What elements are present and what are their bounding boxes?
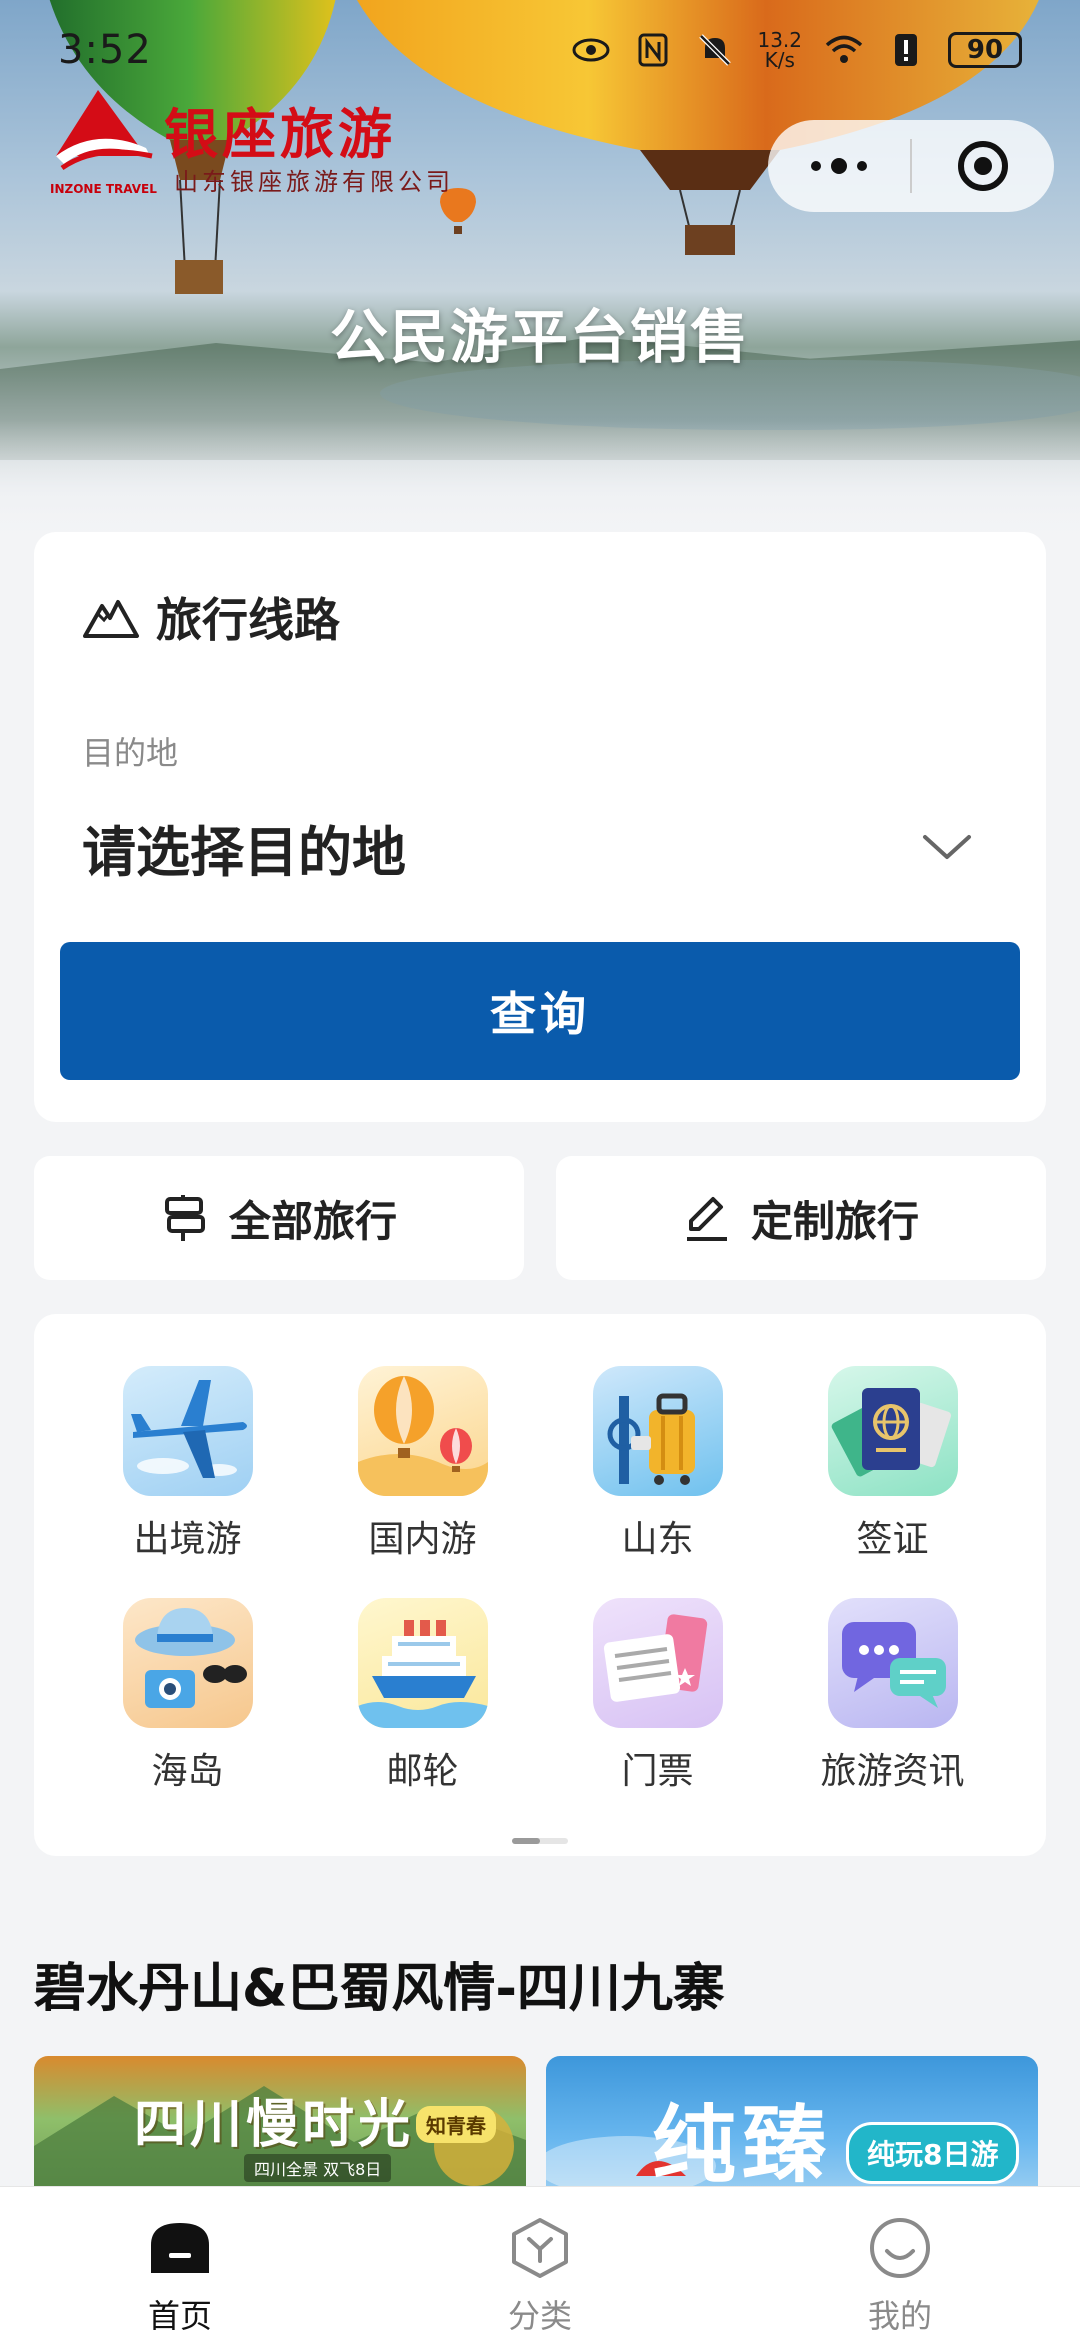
smile-face-icon [870, 2218, 930, 2278]
nfc-icon [638, 33, 668, 67]
status-time: 3:52 [58, 27, 152, 73]
network-speed-value: 13.2 [757, 28, 802, 52]
battery-indicator: 90 [948, 32, 1022, 68]
category-label: 门票 [621, 1751, 694, 1792]
route-header: 旅行线路 [82, 584, 340, 650]
miniprogram-capsule [768, 120, 1054, 212]
featured-card-sichuan[interactable]: 四川慢时光 知青春 四川全景 双飞8日 [34, 2056, 526, 2196]
target-icon [958, 141, 1008, 191]
all-travel-button[interactable]: 全部旅行 [34, 1156, 524, 1280]
page-indicator [512, 1838, 568, 1844]
custom-travel-label: 定制旅行 [750, 1196, 919, 1246]
eye-icon [572, 38, 610, 62]
featured-card-headline: 纯臻 [652, 2096, 833, 2194]
category-visa[interactable]: 签证 [775, 1366, 1010, 1562]
category-label: 旅游资讯 [820, 1751, 965, 1792]
signpost-icon [164, 1195, 205, 1241]
page-indicator-active [512, 1838, 540, 1844]
tab-mine[interactable]: 我的 [720, 2187, 1080, 2340]
featured-card-pure[interactable]: 纯臻 纯玩8日游 [546, 2056, 1038, 2196]
mountain-icon [83, 600, 139, 638]
category-island[interactable]: 海岛 [70, 1598, 305, 1794]
wifi-icon [825, 35, 863, 63]
featured-card-badge: 纯玩8日游 [846, 2122, 1020, 2184]
network-speed-unit: K/s [764, 48, 795, 72]
route-title: 旅行线路 [156, 593, 340, 647]
featured-card-subtitle: 四川全景 双飞8日 [244, 2154, 392, 2182]
category-label: 邮轮 [386, 1751, 459, 1792]
airplane-icon [122, 1366, 253, 1496]
brand-subtitle: 山东银座旅游有限公司 [174, 168, 454, 196]
destination-select[interactable]: 请选择目的地 [82, 802, 1012, 892]
destination-value: 请选择目的地 [82, 820, 406, 884]
tab-label: 首页 [147, 2297, 212, 2335]
category-domestic[interactable]: 国内游 [305, 1366, 540, 1562]
hero-banner: 3:52 13.2 K/s 90 INZONE TRAVEL 银座旅游 山东银座… [0, 0, 1080, 560]
tab-label: 我的 [867, 2297, 932, 2335]
brand-name-en: INZONE TRAVEL [50, 182, 157, 196]
category-shandong[interactable]: 山东 [540, 1366, 775, 1562]
ticket-icon [592, 1598, 723, 1728]
tab-home[interactable]: 首页 [0, 2187, 360, 2340]
brand-name-cn: 银座旅游 [164, 102, 396, 166]
category-card: 出境游 国内游 山东 签证 海岛 邮轮 门票 旅游资讯 [34, 1314, 1046, 1856]
category-cube-icon [512, 2218, 568, 2278]
category-label: 出境游 [133, 1519, 242, 1560]
chevron-down-icon [923, 835, 971, 859]
tab-category[interactable]: 分类 [360, 2187, 720, 2340]
brand-mark: INZONE TRAVEL [50, 86, 157, 196]
close-miniprogram-button[interactable] [912, 141, 1054, 191]
destination-label: 目的地 [82, 734, 179, 772]
category-cruise[interactable]: 邮轮 [305, 1598, 540, 1794]
mute-bell-icon [699, 34, 732, 66]
beach-hat-icon [122, 1598, 253, 1728]
brand-triangle-icon [56, 90, 153, 171]
custom-travel-button[interactable]: 定制旅行 [556, 1156, 1046, 1280]
category-label: 签证 [856, 1519, 929, 1560]
brand-logo: INZONE TRAVEL 银座旅游 山东银座旅游有限公司 [50, 86, 450, 196]
hot-air-balloon-icon [357, 1366, 488, 1496]
more-options-button[interactable] [768, 120, 910, 212]
featured-card-tag: 知青春 [416, 2106, 496, 2143]
category-label: 山东 [621, 1519, 694, 1560]
category-news[interactable]: 旅游资讯 [775, 1598, 1010, 1794]
featured-card-headline: 四川慢时光 [134, 2094, 415, 2155]
category-grid: 出境游 国内游 山东 签证 海岛 邮轮 门票 旅游资讯 [70, 1366, 1010, 1794]
category-tickets[interactable]: 门票 [540, 1598, 775, 1794]
edit-pen-icon [686, 1197, 727, 1241]
featured-section-title: 碧水丹山&巴蜀风情-四川九寨 [34, 1959, 725, 2019]
cruise-ship-icon [357, 1598, 488, 1728]
category-label: 国内游 [368, 1519, 477, 1560]
route-search-card: 旅行线路 目的地 请选择目的地 查询 [34, 532, 1046, 1122]
all-travel-label: 全部旅行 [228, 1196, 397, 1246]
status-bar: 3:52 13.2 K/s 90 [0, 0, 1080, 100]
category-label: 海岛 [151, 1751, 224, 1792]
chat-bubble-icon [827, 1598, 958, 1728]
passport-icon [827, 1366, 958, 1496]
bottom-tab-bar: 首页 分类 我的 [0, 2186, 1080, 2340]
home-icon [151, 2223, 209, 2273]
network-speed: 13.2 K/s [757, 30, 802, 70]
query-button[interactable]: 查询 [60, 942, 1020, 1080]
status-icons: 13.2 K/s 90 [571, 30, 1022, 70]
category-outbound[interactable]: 出境游 [70, 1366, 305, 1562]
hero-title: 公民游平台销售 [329, 303, 750, 371]
alert-icon [895, 34, 917, 66]
tab-label: 分类 [507, 2297, 572, 2335]
luggage-icon [592, 1366, 723, 1496]
